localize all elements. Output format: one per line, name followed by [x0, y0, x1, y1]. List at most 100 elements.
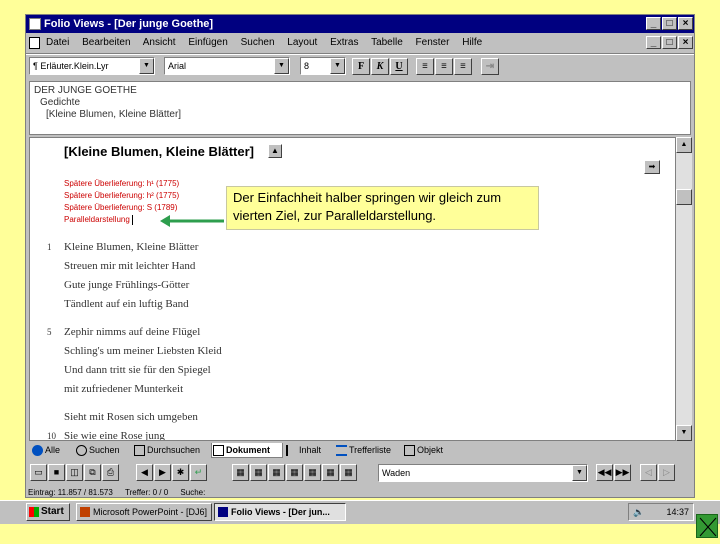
link-item[interactable]: Spätere Überlieferung: S (1789) — [64, 202, 179, 214]
copy-icon[interactable]: ⧉ — [84, 464, 101, 481]
view-2-icon[interactable]: ▦ — [250, 464, 267, 481]
forward-arrow-icon[interactable]: ▶ — [154, 464, 171, 481]
menu-bar: Datei Bearbeiten Ansicht Einfügen Suchen… — [26, 34, 694, 52]
italic-button[interactable]: K — [371, 58, 389, 75]
align-justify-icon[interactable]: ≡ — [454, 58, 472, 75]
windows-logo-icon — [29, 507, 39, 517]
volume-icon[interactable]: 🔈 — [633, 504, 644, 520]
next-page-icon[interactable]: ▷ — [658, 464, 675, 481]
page-title: [Kleine Blumen, Kleine Blätter] — [64, 144, 254, 159]
tab-dokument[interactable]: Dokument — [211, 443, 283, 458]
tab-suchen[interactable]: Suchen — [75, 443, 120, 458]
search-icon — [76, 445, 87, 456]
bold-button[interactable]: F — [352, 58, 370, 75]
save-icon[interactable]: ■ — [48, 464, 65, 481]
view-1-icon[interactable]: ▦ — [232, 464, 249, 481]
link-item[interactable]: Spätere Überlieferung: h¹ (1775) — [64, 178, 179, 190]
view-3-icon[interactable]: ▦ — [268, 464, 285, 481]
size-value: 8 — [304, 61, 310, 71]
menu-fenster[interactable]: Fenster — [416, 37, 450, 48]
view-7-icon[interactable]: ▦ — [340, 464, 357, 481]
first-hit-icon[interactable]: ◀◀ — [596, 464, 613, 481]
doc-restore-button[interactable]: □ — [662, 36, 677, 49]
start-button[interactable]: Start — [26, 503, 70, 521]
star-icon[interactable]: ✱ — [172, 464, 189, 481]
tab-alle[interactable]: Alle — [31, 443, 60, 458]
view-6-icon[interactable]: ▦ — [322, 464, 339, 481]
status-search: Suche: — [180, 488, 206, 497]
status-entry: Eintrag: 11.857 / 81.573 — [28, 488, 113, 497]
view-tabs: Alle Suchen Durchsuchen Dokument Inhalt … — [29, 443, 691, 459]
poem-line: 5 Zephir nimms auf deine Flügel — [30, 323, 670, 342]
menu-extras[interactable]: Extras — [330, 37, 358, 48]
close-button[interactable]: × — [678, 17, 693, 30]
menu-tabelle[interactable]: Tabelle — [371, 37, 403, 48]
back-arrow-icon[interactable]: ◀ — [136, 464, 153, 481]
system-tray: 🔈 14:37 — [628, 503, 694, 521]
menu-hilfe[interactable]: Hilfe — [462, 37, 482, 48]
link-item[interactable]: Spätere Überlieferung: h² (1775) — [64, 190, 179, 202]
align-center-icon[interactable]: ≡ — [435, 58, 453, 75]
pointer-arrow-icon — [160, 215, 224, 227]
book-icon — [134, 445, 145, 456]
header-line: DER JUNGE GOETHE — [34, 85, 137, 96]
document-icon[interactable] — [29, 37, 40, 49]
clock: 14:37 — [666, 507, 689, 517]
chevron-down-icon[interactable]: ▼ — [139, 58, 154, 74]
menu-suchen[interactable]: Suchen — [241, 37, 275, 48]
chevron-down-icon[interactable]: ▼ — [572, 465, 587, 481]
paragraph-icon[interactable]: ⇥ — [481, 58, 499, 75]
tab-inhalt[interactable]: Inhalt — [285, 443, 321, 458]
jump-icon[interactable]: ↵ — [190, 464, 207, 481]
scroll-down-icon[interactable]: ▼ — [676, 425, 692, 441]
underline-button[interactable]: U — [390, 58, 408, 75]
font-select[interactable]: Arial ▼ — [164, 57, 290, 75]
tab-durchsuchen[interactable]: Durchsuchen — [133, 443, 200, 458]
chevron-down-icon[interactable]: ▼ — [274, 58, 289, 74]
app-icon[interactable] — [29, 18, 41, 30]
stanza: 1 Kleine Blumen, Kleine Blätter Streuen m… — [30, 238, 670, 314]
query-value: Waden — [382, 468, 411, 478]
view-5-icon[interactable]: ▦ — [304, 464, 321, 481]
stanza: Sieht mit Rosen sich umgeben 10 Sie wie e… — [30, 408, 670, 440]
right-arrow-icon[interactable]: ➡ — [644, 160, 660, 174]
poem-line: Streuen mir mit leichter Hand — [64, 260, 196, 272]
next-hit-icon[interactable]: ▶▶ — [614, 464, 631, 481]
slide-nav-icon[interactable] — [696, 514, 718, 538]
format-toolbar: ¶ Erläuter.Klein.Lyr ▼ Arial ▼ 8 ▼ F K U… — [26, 55, 694, 79]
print-preview-icon[interactable]: ◫ — [66, 464, 83, 481]
align-left-icon[interactable]: ≡ — [416, 58, 434, 75]
menu-bearbeiten[interactable]: Bearbeiten — [82, 37, 130, 48]
menu-ansicht[interactable]: Ansicht — [143, 37, 176, 48]
maximize-button[interactable]: □ — [662, 17, 677, 30]
title-bar[interactable]: Folio Views - [Der junge Goethe] _ □ × — [26, 15, 694, 33]
scroll-thumb[interactable] — [676, 189, 692, 205]
scroll-up-icon[interactable]: ▲ — [676, 137, 692, 153]
style-select[interactable]: ¶ Erläuter.Klein.Lyr ▼ — [29, 57, 155, 75]
menu-einfuegen[interactable]: Einfügen — [188, 37, 227, 48]
taskbar-item-folio[interactable]: Folio Views - [Der jun... — [214, 503, 346, 521]
chevron-down-icon[interactable]: ▼ — [330, 58, 345, 74]
stanza: 5 Zephir nimms auf deine Flügel Schling's… — [30, 323, 670, 399]
tab-trefferliste[interactable]: Trefferliste — [335, 443, 391, 458]
folio-icon — [218, 507, 228, 517]
menu-layout[interactable]: Layout — [287, 37, 317, 48]
query-select[interactable]: Waden ▼ — [378, 464, 588, 482]
print-icon[interactable]: ⎙ — [102, 464, 119, 481]
status-bar: Eintrag: 11.857 / 81.573 Treffer: 0 / 0 … — [26, 487, 694, 499]
taskbar-item-powerpoint[interactable]: Microsoft PowerPoint - [DJ6] — [76, 503, 212, 521]
view-4-icon[interactable]: ▦ — [286, 464, 303, 481]
minimize-button[interactable]: _ — [646, 17, 661, 30]
contents-icon — [286, 445, 297, 456]
vertical-scrollbar[interactable]: ▲ ▼ — [676, 137, 692, 441]
doc-minimize-button[interactable]: _ — [646, 36, 661, 49]
doc-close-button[interactable]: × — [678, 36, 693, 49]
document-view[interactable]: [Kleine Blumen, Kleine Blätter] ▲ ➡ Spät… — [29, 137, 676, 441]
open-icon[interactable]: ▭ — [30, 464, 47, 481]
prev-page-icon[interactable]: ◁ — [640, 464, 657, 481]
menu-datei[interactable]: Datei — [46, 37, 69, 48]
size-select[interactable]: 8 ▼ — [300, 57, 346, 75]
up-arrow-icon[interactable]: ▲ — [268, 144, 282, 158]
font-value: Arial — [168, 61, 187, 71]
tab-objekt[interactable]: Objekt — [403, 443, 443, 458]
